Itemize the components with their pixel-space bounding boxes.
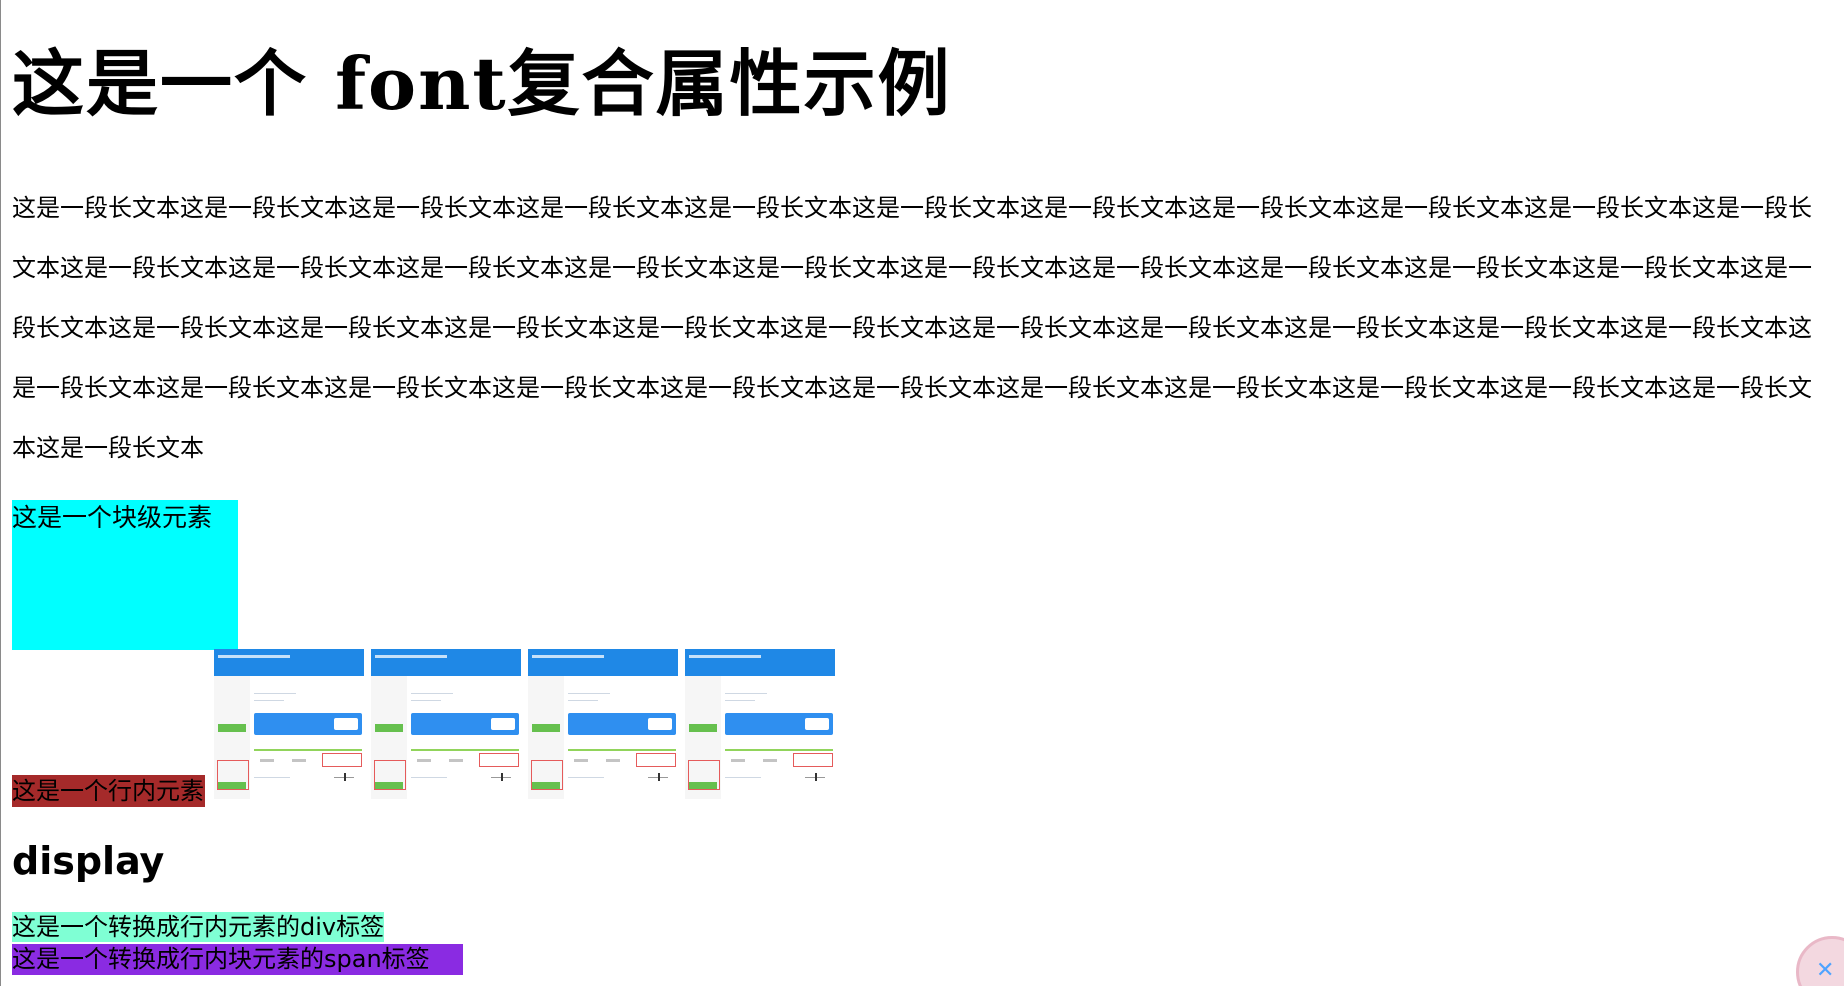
mascot-icon: ✕	[1816, 958, 1835, 983]
app-screenshot-thumbnail	[371, 649, 521, 799]
inline-block-span-demo: 这是一个转换成行内块元素的span标签	[12, 944, 463, 975]
app-screenshot-thumbnail	[528, 649, 678, 799]
inline-element-demo: 这是一个行内元素	[12, 775, 205, 807]
window-left-border	[0, 0, 1, 986]
page-title: 这是一个 font复合属性示例	[12, 41, 952, 126]
inline-div-demo: 这是一个转换成行内元素的div标签	[12, 912, 385, 942]
app-screenshot-thumbnail	[685, 649, 835, 799]
block-element-demo: 这是一个块级元素	[12, 500, 238, 650]
floating-assistant-widget[interactable]: ✕	[1796, 936, 1844, 986]
display-section-heading: display	[12, 839, 165, 883]
app-screenshot-thumbnail	[214, 649, 364, 799]
long-text-paragraph: 这是一段长文本这是一段长文本这是一段长文本这是一段长文本这是一段长文本这是一段长…	[12, 194, 1812, 462]
